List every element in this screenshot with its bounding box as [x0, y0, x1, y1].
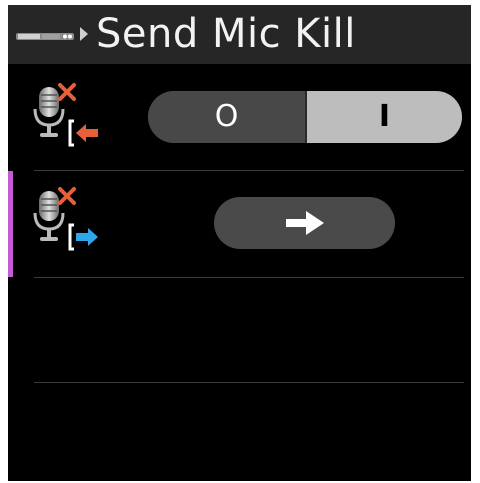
arrow-right-icon — [286, 211, 324, 235]
selection-indicator — [8, 171, 13, 277]
mic-kill-receive-icon — [33, 83, 98, 147]
toggle-on-option[interactable]: I — [307, 91, 462, 143]
send-mic-kill-button[interactable] — [214, 197, 395, 249]
row-divider — [34, 382, 464, 383]
mic-kill-send-icon — [33, 187, 98, 251]
row-divider — [34, 170, 464, 171]
row-divider — [34, 277, 464, 278]
device-strip-icon — [16, 33, 74, 40]
page-title: Send Mic Kill — [96, 11, 356, 57]
header-bar: Send Mic Kill — [8, 5, 471, 64]
toggle-off-option[interactable]: O — [148, 91, 305, 143]
chevron-right-icon — [80, 27, 88, 41]
mic-kill-receive-toggle[interactable]: O I — [148, 91, 462, 143]
screen: Send Mic Kill O I — [8, 5, 471, 481]
